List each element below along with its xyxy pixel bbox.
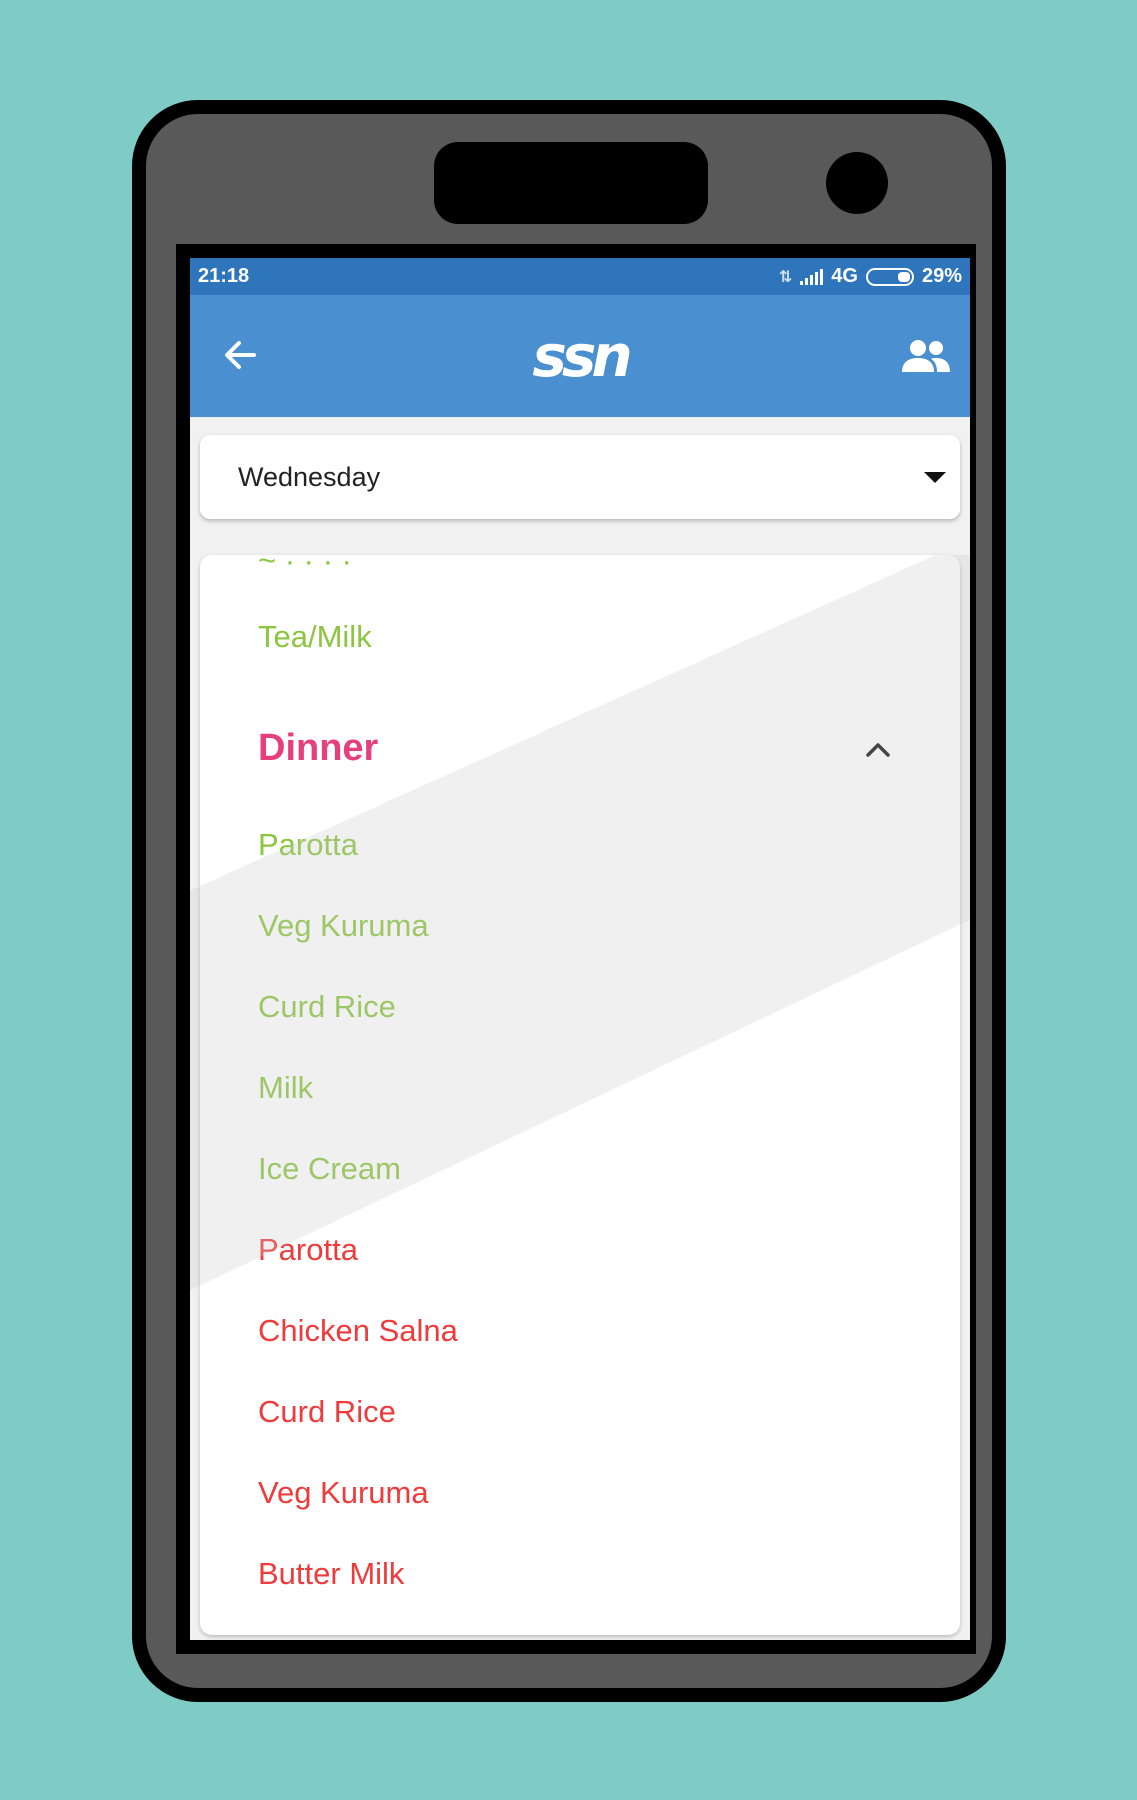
network-type: 4G <box>831 265 858 287</box>
battery-level: 29% <box>921 265 962 287</box>
day-select[interactable]: Wednesday <box>200 435 960 519</box>
phone-frame: 21:18 ⇅ 4G 29% ssn Wednesday ~ · · · · T… <box>132 100 1006 1702</box>
group-icon[interactable] <box>900 339 952 373</box>
phone-speaker-notch <box>434 142 708 224</box>
app-logo: ssn <box>532 322 632 390</box>
list-item-partial: ~ · · · · <box>258 555 352 578</box>
status-time: 21:18 <box>198 265 250 287</box>
veg-item: Milk <box>258 1070 314 1105</box>
dropdown-caret-icon <box>924 471 946 483</box>
battery-icon <box>865 267 914 286</box>
status-indicators: ⇅ 4G 29% <box>779 265 962 288</box>
status-bar: 21:18 ⇅ 4G 29% <box>190 258 970 295</box>
phone-screen-bezel: 21:18 ⇅ 4G 29% ssn Wednesday ~ · · · · T… <box>176 244 976 1654</box>
data-transfer-icon: ⇅ <box>778 268 793 286</box>
veg-item: Parotta <box>258 827 358 862</box>
chevron-up-icon[interactable] <box>860 735 896 763</box>
phone-camera <box>826 152 888 214</box>
nonveg-item: Veg Kuruma <box>258 1475 429 1510</box>
veg-item: Curd Rice <box>258 989 396 1024</box>
veg-item: Veg Kuruma <box>258 908 429 943</box>
arrow-left-icon[interactable] <box>220 335 260 375</box>
signal-icon <box>800 268 824 285</box>
nonveg-item: Butter Milk <box>258 1556 405 1591</box>
nonveg-item: Chicken Salna <box>258 1313 458 1348</box>
veg-item: Ice Cream <box>258 1151 401 1186</box>
app-display: 21:18 ⇅ 4G 29% ssn Wednesday ~ · · · · T… <box>190 258 970 1640</box>
menu-item: Tea/Milk <box>258 619 372 654</box>
day-select-value: Wednesday <box>238 461 381 492</box>
nonveg-item: Curd Rice <box>258 1394 396 1429</box>
nonveg-item: Parotta <box>258 1232 358 1267</box>
section-title-dinner[interactable]: Dinner <box>258 727 378 770</box>
menu-card: ~ · · · · Tea/Milk Dinner Parotta Veg Ku… <box>200 555 960 1635</box>
app-bar: ssn <box>190 295 970 417</box>
